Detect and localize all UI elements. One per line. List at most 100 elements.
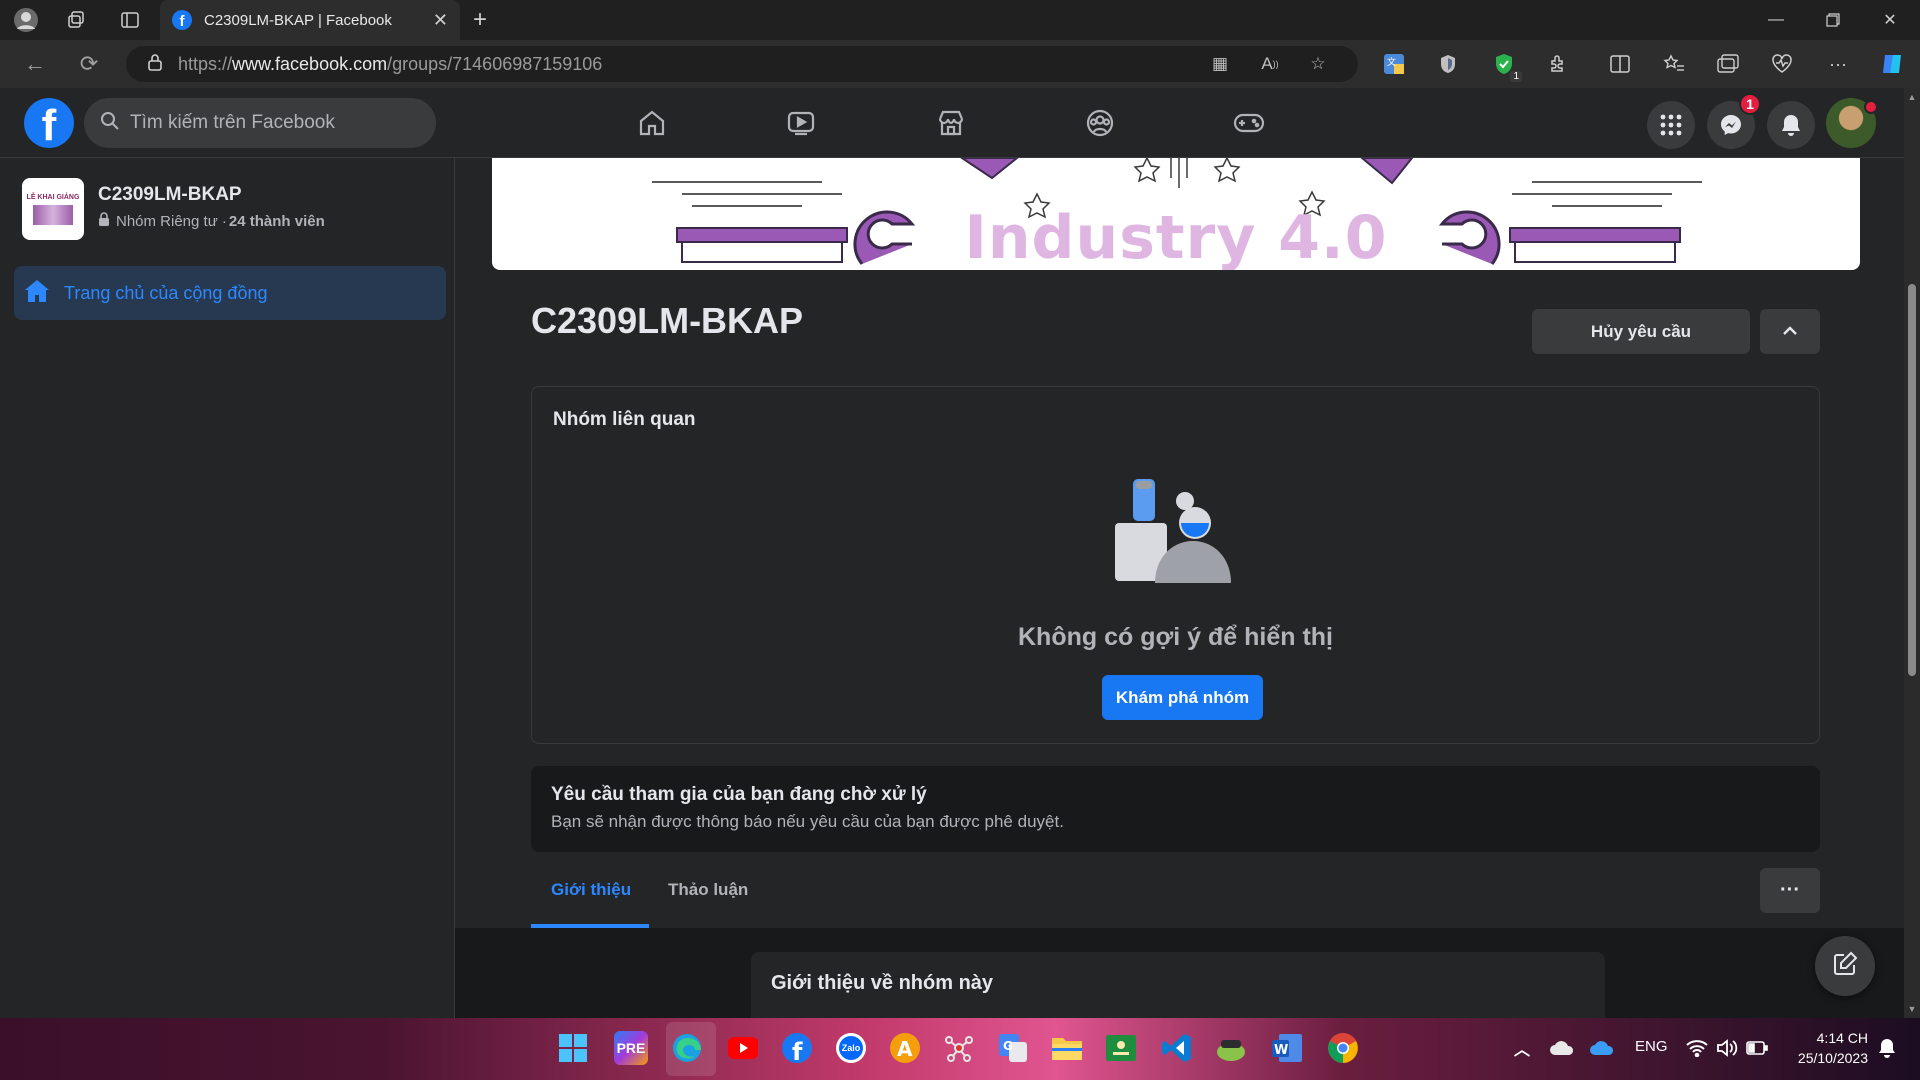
home-icon: [24, 278, 50, 309]
pre-app-icon[interactable]: PRE: [614, 1031, 648, 1065]
refresh-icon[interactable]: ⟳: [74, 50, 104, 78]
page-scrollbar[interactable]: ▲ ▼: [1904, 88, 1920, 1018]
onedrive-personal-icon[interactable]: [1545, 1031, 1579, 1065]
minimize-icon[interactable]: —: [1748, 0, 1804, 40]
adblock-extension-icon[interactable]: 1: [1490, 50, 1522, 82]
group-privacy: Nhóm Riêng tư ·: [116, 212, 227, 230]
about-group-card: Giới thiệu về nhóm này: [751, 952, 1605, 1018]
system-clock[interactable]: 4:14 CH 25/10/2023: [1778, 1028, 1868, 1068]
copilot-icon[interactable]: [1878, 50, 1906, 78]
close-tab-icon[interactable]: ✕: [433, 10, 448, 31]
facebook-app-icon[interactable]: f: [780, 1031, 814, 1065]
file-explorer-icon[interactable]: [1050, 1031, 1084, 1065]
url-field[interactable]: https://www.facebook.com/groups/71460698…: [126, 46, 1358, 82]
notification-center-icon[interactable]: [1870, 1031, 1904, 1065]
windows-start-icon[interactable]: [556, 1031, 590, 1065]
profile-avatar[interactable]: [1826, 98, 1878, 148]
close-window-icon[interactable]: ✕: [1862, 0, 1918, 40]
vertical-tabs-icon[interactable]: [116, 8, 144, 32]
tab-about[interactable]: Giới thiệu: [551, 880, 631, 900]
favorites-list-icon[interactable]: [1660, 50, 1688, 78]
browser-tab-active[interactable]: f C2309LM-BKAP | Facebook ✕: [160, 0, 460, 40]
menu-grid-icon[interactable]: [1647, 101, 1695, 149]
extensions-puzzle-icon[interactable]: [1544, 50, 1572, 78]
restore-icon[interactable]: [1805, 0, 1861, 40]
onedrive-business-icon[interactable]: [1585, 1031, 1619, 1065]
scroll-up-icon[interactable]: ▲: [1907, 92, 1917, 102]
messenger-icon[interactable]: 1: [1707, 93, 1761, 149]
facebook-logo-icon[interactable]: f: [24, 98, 74, 148]
app-available-icon[interactable]: ▦: [1206, 52, 1234, 76]
explore-groups-button[interactable]: Khám phá nhóm: [1102, 675, 1263, 720]
network-app-icon[interactable]: [942, 1031, 976, 1065]
browser-tab-bar: f C2309LM-BKAP | Facebook ✕ + — ✕: [0, 0, 1920, 40]
split-screen-icon[interactable]: [1606, 50, 1634, 78]
cover-photo[interactable]: Industry 4.0: [492, 158, 1860, 270]
home-nav-icon[interactable]: [627, 98, 677, 148]
group-header-area: Industry 4.0 C2309LM-BKAP Hủy yêu cầu Nh…: [455, 158, 1904, 928]
edge-browser-icon[interactable]: [670, 1031, 704, 1065]
search-input[interactable]: Tìm kiếm trên Facebook: [84, 98, 436, 148]
read-aloud-icon[interactable]: A)): [1256, 52, 1284, 76]
collections-icon[interactable]: [1714, 50, 1742, 78]
input-language[interactable]: ENG: [1635, 1038, 1668, 1055]
shield-extension-icon[interactable]: [1434, 50, 1462, 78]
profile-avatar-icon[interactable]: [12, 8, 40, 32]
game-app-icon[interactable]: [1214, 1031, 1248, 1065]
chrome-icon[interactable]: [1326, 1031, 1360, 1065]
vscode-icon[interactable]: [1160, 1031, 1194, 1065]
favorite-star-icon[interactable]: ☆: [1304, 52, 1332, 76]
group-sidebar: LỄ KHAI GIẢNG C2309LM-BKAP Nhóm Riêng tư…: [0, 158, 455, 1018]
extension-badge: 1: [1510, 71, 1522, 82]
lock-icon: [148, 53, 162, 76]
marketplace-nav-icon[interactable]: [926, 98, 976, 148]
cancel-request-button[interactable]: Hủy yêu cầu: [1532, 309, 1750, 354]
tab-title: C2309LM-BKAP | Facebook: [204, 11, 392, 29]
wifi-icon[interactable]: [1680, 1031, 1714, 1065]
arc-app-icon[interactable]: A: [888, 1031, 922, 1065]
pending-request-banner: Yêu cầu tham gia của bạn đang chờ xử lý …: [531, 766, 1820, 852]
more-options-button[interactable]: ···: [1760, 868, 1820, 913]
pending-description: Bạn sẽ nhận được thông báo nếu yêu cầu c…: [551, 812, 1064, 831]
scroll-down-icon[interactable]: ▼: [1907, 1004, 1917, 1014]
translate-extension-icon[interactable]: 文: [1380, 50, 1408, 78]
facebook-header: f Tìm kiếm trên Facebook 1: [0, 88, 1904, 158]
tab-discussion[interactable]: Thảo luận: [668, 880, 748, 900]
notifications-bell-icon[interactable]: [1767, 101, 1815, 149]
member-count[interactable]: 24 thành viên: [229, 213, 325, 230]
compose-icon: [1832, 951, 1858, 982]
facebook-favicon-icon: f: [172, 10, 192, 30]
search-icon: [100, 111, 120, 136]
workspaces-icon[interactable]: [62, 8, 90, 32]
back-icon[interactable]: ←: [20, 50, 50, 78]
settings-more-icon[interactable]: ···: [1824, 50, 1852, 78]
group-name[interactable]: C2309LM-BKAP: [98, 184, 242, 206]
video-nav-icon[interactable]: [776, 98, 826, 148]
gaming-nav-icon[interactable]: [1224, 98, 1274, 148]
browser-address-bar: ← ⟳ https://www.facebook.com/groups/7146…: [0, 40, 1920, 88]
youtube-icon[interactable]: [726, 1031, 760, 1065]
google-translate-icon[interactable]: G: [996, 1031, 1030, 1065]
zalo-icon[interactable]: Zalo: [834, 1031, 868, 1065]
volume-icon[interactable]: [1710, 1031, 1744, 1065]
scrollbar-thumb[interactable]: [1908, 284, 1916, 676]
classroom-icon[interactable]: [1104, 1031, 1138, 1065]
svg-text:文: 文: [1387, 56, 1396, 68]
avatar-notification-dot: [1864, 100, 1878, 114]
groups-nav-icon[interactable]: [1075, 98, 1125, 148]
svg-text:W: W: [1274, 1043, 1288, 1058]
group-thumbnail-text: LỄ KHAI GIẢNG: [26, 193, 80, 201]
new-tab-icon[interactable]: +: [466, 6, 494, 34]
new-message-button[interactable]: [1815, 936, 1875, 996]
search-placeholder: Tìm kiếm trên Facebook: [130, 112, 335, 133]
word-icon[interactable]: W: [1270, 1031, 1304, 1065]
collapse-button[interactable]: [1760, 309, 1820, 354]
pending-title: Yêu cầu tham gia của bạn đang chờ xử lý: [551, 784, 927, 805]
browser-essentials-icon[interactable]: [1768, 50, 1796, 78]
sidebar-item-community-home[interactable]: Trang chủ của cộng đồng: [14, 266, 446, 320]
messenger-badge: 1: [1739, 93, 1761, 115]
chevron-up-tray-icon[interactable]: ︿: [1505, 1031, 1539, 1065]
group-thumbnail[interactable]: LỄ KHAI GIẢNG: [22, 178, 84, 240]
battery-icon[interactable]: [1740, 1031, 1774, 1065]
svg-text:A: A: [897, 1037, 913, 1061]
